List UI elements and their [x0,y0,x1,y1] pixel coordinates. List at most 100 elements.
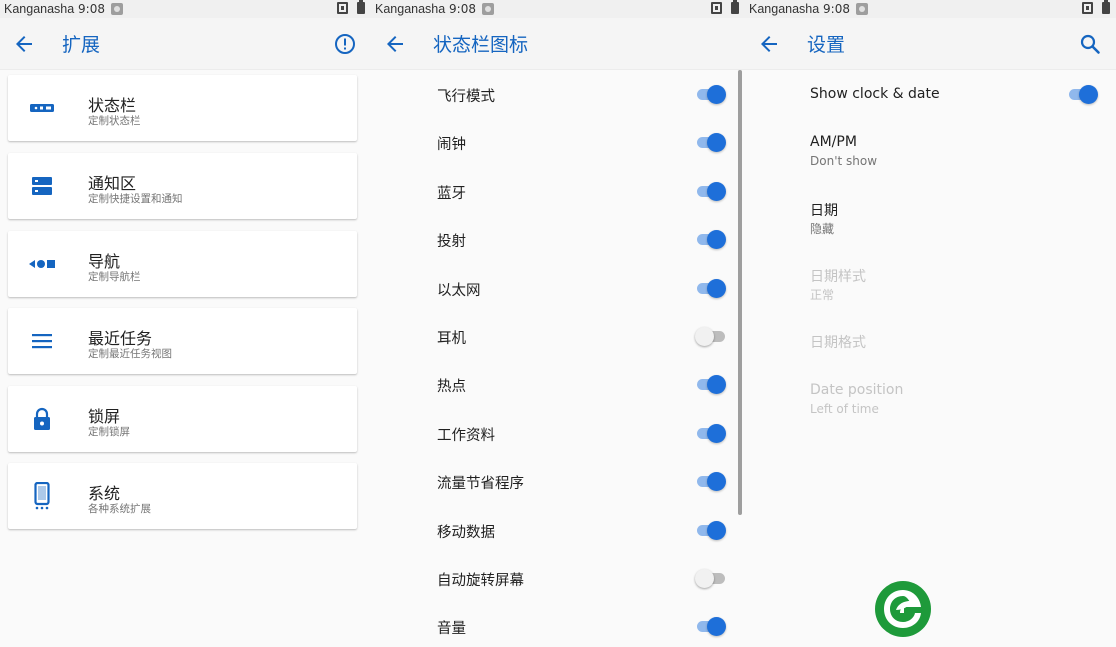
toggle-thumb [707,278,726,298]
wifi-settings-icon [110,3,123,15]
carrier-name: Kanganasha [4,2,75,16]
app-bar: 状态栏图标 [371,18,745,70]
list-item-label: 闹钟 [437,137,466,154]
toggle-switch[interactable] [695,470,727,492]
card-notification-area[interactable]: 通知区 定制快捷设置和通知 [8,153,357,219]
status-icons [711,0,739,14]
toggle-switch[interactable] [695,567,727,589]
list-item-label: 以太网 [437,282,481,299]
date-row[interactable]: 日期 隐藏 [745,186,1116,246]
toggle-switch[interactable] [695,519,727,541]
status-icons [1082,0,1110,14]
date-style-value: 正常 [810,288,835,302]
list-item[interactable]: 以太网 [371,264,737,312]
phone-icon [28,482,56,510]
toggle-thumb [707,230,726,250]
toggle-thumb [707,520,726,540]
card-navigation[interactable]: 导航 定制导航栏 [8,231,357,297]
show-clock-date-row[interactable]: Show clock & date [745,72,1116,118]
list-item[interactable]: 工作资料 [371,409,737,457]
status-bar-icons-panel: Kanganasha 9:08 状态栏图标 飞行模式闹钟蓝牙投射以太网耳机 热点工… [371,0,745,647]
list-item-label: 移动数据 [437,524,495,541]
list-item[interactable]: 流量节省程序 [371,457,737,505]
show-clock-date-toggle[interactable] [1067,83,1099,105]
ampm-title: AM/PM [810,134,857,150]
toggle-switch[interactable] [695,615,727,637]
list-item-label: 自动旋转屏幕 [437,573,524,589]
list-item[interactable]: 耳机 [371,312,737,360]
extensions-panel: Kanganasha 9:08 扩展 状态栏 定制状态栏 通知区 定制快捷设置和… [0,0,371,647]
card-lock-screen[interactable]: 锁屏 定制锁屏 [8,386,357,452]
date-style-title: 日期样式 [810,269,866,285]
card-subtitle: 定制状态栏 [88,115,141,127]
carrier-name: Kanganasha [375,2,446,16]
status-icons [337,0,365,14]
battery-icon [357,0,365,14]
list-item[interactable]: 闹钟 [371,118,737,166]
toggle-thumb [1079,85,1098,104]
status-time: 9:08 [449,2,476,16]
status-bar: Kanganasha 9:08 [371,0,745,18]
recents-icon [28,329,56,353]
date-format-title: 日期格式 [810,335,866,351]
notification-area-icon [28,174,56,198]
card-system[interactable]: 系统 各种系统扩展 [8,463,357,529]
ampm-value: Don't show [810,154,878,168]
status-bar: Kanganasha 9:08 [0,0,371,18]
watermark-logo [875,581,931,637]
show-clock-date-label: Show clock & date [810,86,940,102]
list-item-label: 音量 [437,621,466,638]
toggle-switch[interactable] [695,325,727,347]
info-alert-icon[interactable] [333,32,357,56]
date-position-title: Date position [810,382,904,398]
list-item[interactable]: 热点 [371,360,737,408]
toggle-thumb [695,327,714,346]
list-item[interactable]: 自动旋转屏幕 [371,554,737,602]
toggle-switch[interactable] [695,373,727,395]
date-value: 隐藏 [810,222,835,236]
search-icon[interactable] [1078,32,1102,56]
back-arrow-icon[interactable] [757,32,781,56]
date-position-row: Date position Left of time [745,368,1116,428]
card-status-bar[interactable]: 状态栏 定制状态栏 [8,75,357,141]
vibrate-icon [1082,2,1093,14]
date-style-row: 日期样式 正常 [745,252,1116,312]
vibrate-icon [711,2,722,14]
back-arrow-icon[interactable] [12,32,36,56]
card-recents[interactable]: 最近任务 定制最近任务视图 [8,308,357,374]
list-item[interactable]: 投射 [371,215,737,263]
app-bar: 设置 [745,18,1116,70]
list-item-label: 飞行模式 [437,89,495,105]
app-bar: 扩展 [0,18,371,70]
page-title: 状态栏图标 [433,34,529,56]
status-bar-icon [28,96,56,120]
date-title: 日期 [810,203,838,219]
battery-icon [731,0,739,14]
list-item[interactable]: 蓝牙 [371,167,737,215]
ampm-row[interactable]: AM/PM Don't show [745,120,1116,180]
toggle-switch[interactable] [695,422,727,444]
wifi-settings-icon [855,3,868,15]
list-item[interactable]: 飞行模式 [371,70,737,118]
toggle-switch[interactable] [695,180,727,202]
battery-icon [1102,0,1110,14]
list-item[interactable]: 移动数据 [371,506,737,554]
toggle-switch[interactable] [695,131,727,153]
page-title: 设置 [807,34,846,56]
back-arrow-icon[interactable] [383,32,407,56]
toggle-thumb [707,423,726,443]
status-bar: Kanganasha 9:08 [745,0,1116,18]
toggle-switch[interactable] [695,228,727,250]
list-item-label: 工作资料 [437,427,495,444]
scrollbar[interactable] [738,70,742,515]
date-format-row: 日期格式 [745,318,1116,364]
toggle-thumb [707,133,726,153]
list-item[interactable]: 音量 [371,602,737,647]
toggle-thumb [707,85,726,104]
list-item-label: 投射 [437,234,466,251]
toggle-thumb [695,569,714,588]
toggle-switch[interactable] [695,83,727,105]
card-subtitle: 定制锁屏 [88,426,130,438]
toggle-thumb [707,472,726,492]
toggle-switch[interactable] [695,277,727,299]
